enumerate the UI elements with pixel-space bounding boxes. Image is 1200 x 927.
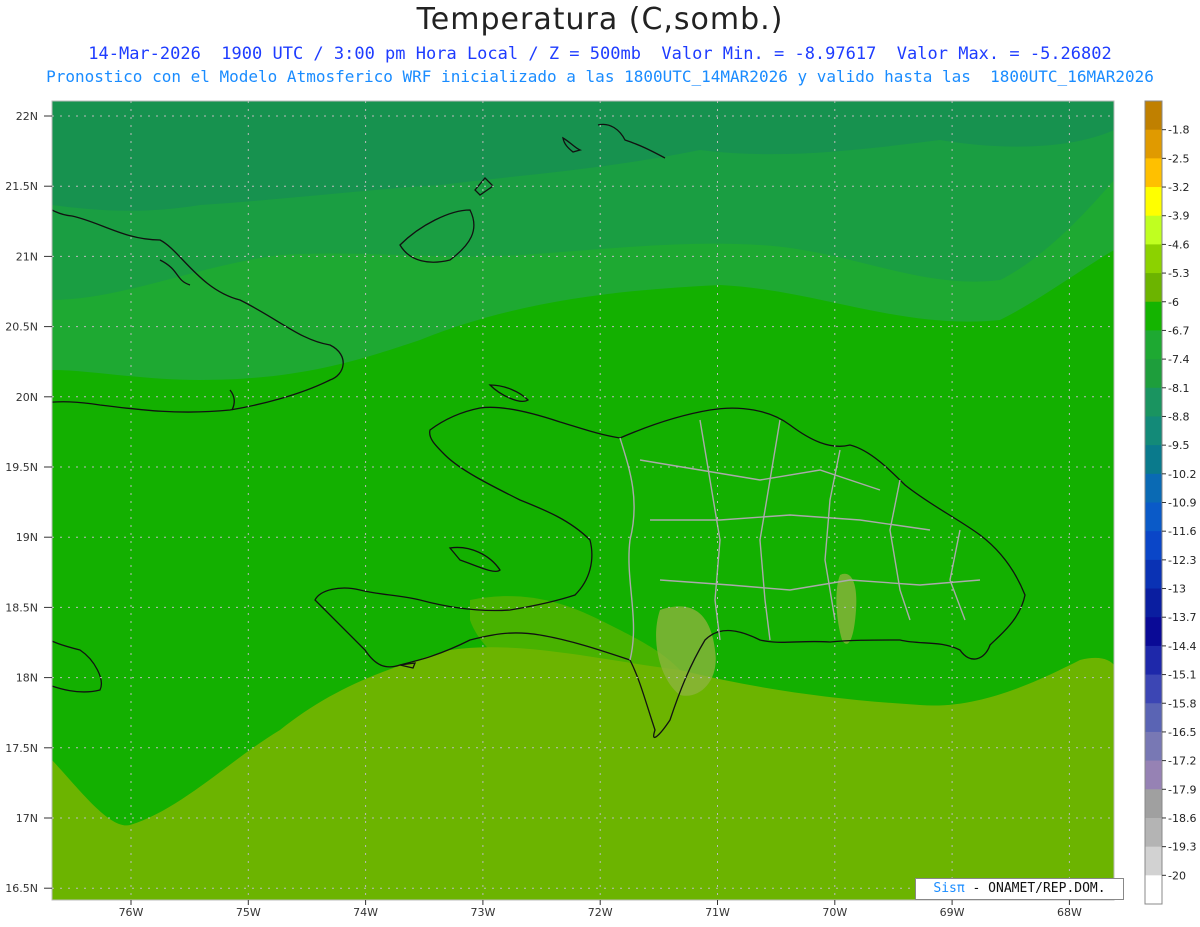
legend-label: -1.8 [1168, 124, 1189, 137]
lat-tick-label: 19N [16, 531, 38, 544]
lat-tick-label: 21.5N [5, 180, 38, 193]
color-legend: -1.8 -2.5 -3.2 -3.9 -4.6 -5.3 -6 -6.7 -7.4 -8.1 -8… [1144, 100, 1196, 905]
legend-swatch [1145, 187, 1162, 217]
credit-box: Sisπ - ONAMET/REP.DOM. [915, 878, 1124, 900]
latitude-axis: 22N 21.5N 21N 20.5N 20N 19.5N 19N 18.5N 18N 17.5N… [5, 110, 52, 895]
legend-swatch [1145, 244, 1162, 274]
legend-swatch [1145, 731, 1162, 762]
lat-tick-label: 21N [16, 250, 38, 263]
lon-tick-label: 69W [940, 906, 965, 919]
legend-label: -20 [1168, 869, 1186, 882]
legend-label: -3.9 [1168, 210, 1189, 223]
legend-label: -16.5 [1168, 726, 1196, 739]
legend-label: -15.8 [1168, 697, 1196, 710]
legend-swatch [1145, 645, 1162, 676]
legend-label: -10.2 [1168, 468, 1196, 481]
legend-swatch [1145, 789, 1162, 819]
legend-swatch [1145, 416, 1162, 446]
legend-label: -10.9 [1168, 497, 1196, 510]
legend-swatch [1145, 617, 1162, 647]
legend-label: -2.5 [1168, 152, 1189, 165]
legend-label: -13.7 [1168, 611, 1196, 624]
legend-swatch [1145, 817, 1162, 848]
lon-tick-label: 72W [588, 906, 613, 919]
legend-label: -8.1 [1168, 382, 1189, 395]
legend-swatch [1145, 674, 1162, 704]
legend-swatch [1145, 760, 1162, 790]
lon-tick-label: 71W [705, 906, 730, 919]
legend-swatch [1145, 129, 1162, 159]
lon-tick-label: 73W [470, 906, 495, 919]
lat-tick-label: 16.5N [5, 882, 38, 895]
lat-tick-label: 17N [16, 812, 38, 825]
legend-label: -7.4 [1168, 353, 1189, 366]
lat-tick-label: 22N [16, 110, 38, 123]
longitude-axis: 76W 75W 74W 73W 72W 71W 70W 69W 68W [119, 900, 1082, 919]
legend-label: -6.7 [1168, 324, 1189, 337]
lat-tick-label: 19.5N [5, 461, 38, 474]
legend-label: -17.2 [1168, 755, 1196, 768]
lat-tick-label: 17.5N [5, 742, 38, 755]
legend-label: -12.3 [1168, 554, 1196, 567]
legend-label: -14.4 [1168, 640, 1196, 653]
legend-label: -13 [1168, 583, 1186, 596]
legend-label: -8.8 [1168, 410, 1189, 423]
lat-tick-label: 18.5N [5, 601, 38, 614]
lat-tick-label: 18N [16, 672, 38, 685]
legend-swatch [1145, 330, 1162, 360]
lat-tick-label: 20.5N [5, 321, 38, 334]
legend-swatch [1145, 273, 1162, 303]
temperature-map: 22N 21.5N 21N 20.5N 20N 19.5N 19N 18.5N 18N 17.5N… [5, 100, 1196, 919]
legend-swatch [1145, 875, 1162, 905]
legend-swatch [1145, 101, 1162, 131]
legend-label: -6 [1168, 296, 1179, 309]
lon-tick-label: 74W [353, 906, 378, 919]
legend-swatch [1145, 215, 1162, 245]
legend-label: -17.9 [1168, 783, 1196, 796]
legend-swatch [1145, 158, 1162, 188]
sispi-logo: Sisπ [933, 881, 965, 896]
legend-swatch [1145, 445, 1162, 475]
lat-tick-label: 20N [16, 391, 38, 404]
legend-swatch [1145, 473, 1162, 503]
legend-swatch [1145, 703, 1162, 733]
legend-swatch [1145, 531, 1162, 561]
legend-label: -9.5 [1168, 439, 1189, 452]
onamet-credit: - ONAMET/REP.DOM. [972, 881, 1106, 896]
shaded-field [52, 101, 1114, 900]
legend-label: -3.2 [1168, 181, 1189, 194]
legend-swatch [1145, 588, 1162, 618]
legend-swatch [1145, 387, 1162, 417]
legend-swatch [1145, 502, 1162, 532]
legend-label: -4.6 [1168, 238, 1189, 251]
legend-label: -15.1 [1168, 669, 1196, 682]
legend-label: -19.3 [1168, 841, 1196, 854]
legend-swatch [1145, 301, 1162, 331]
legend-label: -11.6 [1168, 525, 1196, 538]
legend-swatch [1145, 359, 1162, 389]
lon-tick-label: 68W [1057, 906, 1082, 919]
lon-tick-label: 75W [236, 906, 261, 919]
lon-tick-label: 76W [119, 906, 144, 919]
lon-tick-label: 70W [822, 906, 847, 919]
legend-swatch [1145, 846, 1162, 876]
legend-label: -18.6 [1168, 812, 1196, 825]
legend-label: -5.3 [1168, 267, 1189, 280]
legend-swatch [1145, 559, 1162, 590]
